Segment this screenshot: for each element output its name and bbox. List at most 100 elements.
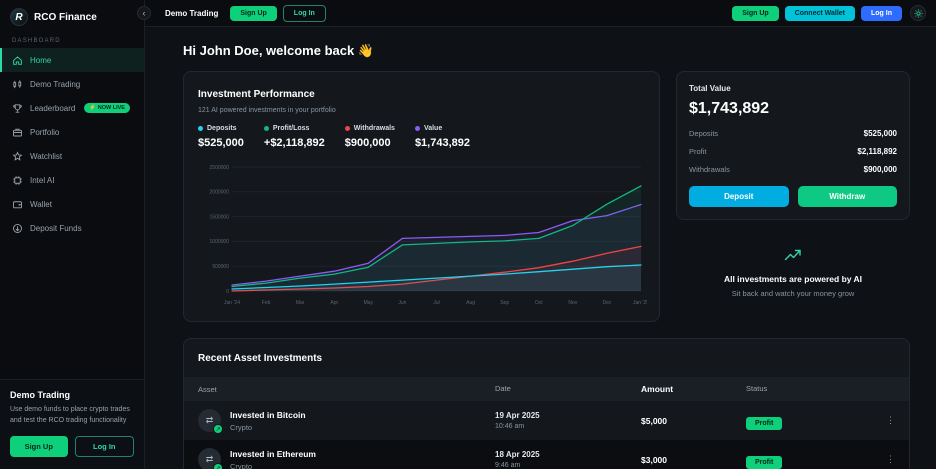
svg-text:1500000: 1500000: [210, 214, 230, 220]
sidebar-menu: Home Demo Trading Leaderboard ⚡ NOW LIVE Por…: [0, 48, 144, 240]
logo-text: RCO Finance: [34, 11, 97, 23]
svg-text:Oct: Oct: [535, 300, 543, 306]
trophy-icon: [12, 103, 23, 114]
table-row[interactable]: ⇄ ↗ Invested in Bitcoin Crypto 19 Apr 2025 10…: [184, 401, 909, 440]
performance-subtitle: 121 AI powered investments in your portf…: [198, 107, 336, 114]
now-live-badge: ⚡ NOW LIVE: [84, 103, 130, 113]
home-icon: [12, 55, 23, 66]
sidebar-item-intel-ai[interactable]: Intel AI: [0, 168, 144, 192]
legend-value: $525,000: [198, 137, 244, 149]
svg-text:Aug: Aug: [466, 300, 475, 306]
sidebar-item-label: Wallet: [30, 199, 52, 209]
svg-text:1000000: 1000000: [210, 239, 230, 245]
column-header-asset: Asset: [198, 384, 217, 394]
legend-value: $1,743,892: [414, 137, 470, 149]
sidebar-item-wallet[interactable]: Wallet: [0, 192, 144, 216]
sidebar-item-deposit-funds[interactable]: Deposit Funds: [0, 216, 144, 240]
table-row[interactable]: ⇄ ↗ Invested in Ethereum Crypto 18 Apr 2025 9…: [184, 440, 909, 469]
deposit-icon: [12, 223, 23, 234]
svg-text:Nov: Nov: [568, 300, 577, 306]
svg-text:May: May: [364, 300, 374, 306]
total-value-amount: $1,743,892: [689, 100, 770, 117]
amount-cell: $5,000: [641, 415, 667, 426]
total-value-row-deposits: Deposits $525,000: [689, 129, 897, 138]
invest-time: 9:46 am: [495, 462, 521, 469]
logo-icon: R: [10, 8, 28, 26]
asset-cell: ⇄ ↗ Invested in Bitcoin Crypto: [198, 409, 495, 434]
tv-row-label: Withdrawals: [689, 165, 730, 174]
sidebar: R RCO Finance DASHBOARD Home Demo Trading…: [0, 0, 145, 469]
top-header: ‹ Demo Trading Sign Up Log In Sign Up Co…: [137, 0, 936, 27]
row-menu-button[interactable]: ⋮: [873, 454, 895, 465]
sidebar-item-label: Leaderboard: [30, 103, 76, 113]
connect-wallet-button[interactable]: Connect Wallet: [784, 5, 855, 21]
sidebar-item-watchlist[interactable]: Watchlist: [0, 144, 144, 168]
ai-note-subtitle: Sit back and watch your money grow: [731, 289, 855, 298]
header-login-button[interactable]: Log In: [861, 5, 902, 21]
ai-note: All investments are powered by AI Sit ba…: [676, 248, 910, 298]
column-header-amount: Amount: [641, 384, 674, 394]
sidebar-collapse-button[interactable]: ‹: [137, 6, 151, 20]
deposit-button[interactable]: Deposit: [689, 186, 789, 207]
legend-item-profit-loss: Profit/Loss +$2,118,892: [263, 125, 325, 149]
tv-row-label: Deposits: [689, 129, 719, 138]
header-left-signup-button[interactable]: Sign Up: [230, 5, 277, 21]
sidebar-item-home[interactable]: Home: [0, 48, 144, 72]
tv-row-value: $900,000: [863, 165, 897, 174]
theme-toggle-button[interactable]: [910, 5, 926, 21]
investment-performance-card: Investment Performance 121 AI powered in…: [183, 71, 660, 322]
legend-item-deposits: Deposits $525,000: [198, 125, 244, 149]
date-cell: 19 Apr 2025 10:46 am: [495, 411, 641, 430]
promo-title: Demo Trading: [10, 390, 71, 401]
page-content: Hi John Doe, welcome back 👋 Investment P…: [145, 27, 936, 469]
svg-text:Feb: Feb: [262, 300, 271, 306]
status-cell: Profit: [746, 451, 873, 469]
sidebar-item-demo-trading[interactable]: Demo Trading: [0, 72, 144, 96]
promo-login-button[interactable]: Log In: [74, 436, 134, 457]
demo-trading-promo: Demo Trading Use demo funds to place cry…: [0, 379, 144, 469]
table-body: ⇄ ↗ Invested in Bitcoin Crypto 19 Apr 2025 10…: [184, 401, 909, 469]
sidebar-item-portfolio[interactable]: Portfolio: [0, 120, 144, 144]
chip-icon: [12, 175, 23, 186]
header-left-login-button[interactable]: Log In: [282, 4, 326, 22]
ai-note-title: All investments are powered by AI: [723, 274, 863, 284]
column-header-date: Date: [495, 384, 511, 393]
asset-icon: ⇄ ↗: [198, 409, 223, 434]
svg-text:Dec: Dec: [602, 300, 611, 306]
legend-dot: [263, 126, 269, 131]
svg-text:2500000: 2500000: [210, 165, 230, 171]
row-menu-button[interactable]: ⋮: [873, 415, 895, 426]
total-value-card: Total Value $1,743,892 Deposits $525,000 P…: [676, 71, 910, 220]
status-badge: Profit: [746, 455, 783, 469]
legend-item-value: Value $1,743,892: [414, 125, 470, 149]
status-badge: Profit: [746, 416, 783, 430]
sidebar-item-label: Deposit Funds: [30, 223, 82, 233]
header-signup-button[interactable]: Sign Up: [732, 5, 779, 21]
sidebar-item-leaderboard[interactable]: Leaderboard ⚡ NOW LIVE: [0, 96, 144, 120]
status-cell: Profit: [746, 412, 873, 430]
sidebar-section-label: DASHBOARD: [12, 38, 61, 44]
top-row: Investment Performance 121 AI powered in…: [183, 71, 910, 322]
sidebar-item-label: Home: [30, 55, 52, 65]
trending-up-icon: [784, 249, 801, 261]
svg-text:Jul: Jul: [433, 300, 439, 306]
logo[interactable]: R RCO Finance: [0, 0, 144, 32]
investments-title: Recent Asset Investments: [198, 353, 323, 364]
total-value-rows: Deposits $525,000 Profit $2,118,892 Withdraw…: [689, 129, 897, 174]
legend-item-withdrawals: Withdrawals $900,000: [344, 125, 395, 149]
total-value-buttons: Deposit Withdraw: [689, 186, 897, 207]
date-cell: 18 Apr 2025 9:46 am: [495, 450, 641, 469]
legend-label: Withdrawals: [353, 125, 395, 132]
svg-text:Apr: Apr: [330, 300, 338, 306]
svg-text:Jan '25: Jan '25: [633, 300, 647, 306]
total-value-row-withdrawals: Withdrawals $900,000: [689, 165, 897, 174]
table-header: Asset Date Amount Status: [184, 377, 909, 401]
app-root: R RCO Finance DASHBOARD Home Demo Trading…: [0, 0, 936, 469]
legend-value: $900,000: [344, 137, 391, 149]
wallet-icon: [12, 199, 23, 210]
promo-signup-button[interactable]: Sign Up: [10, 436, 68, 457]
buy-badge-icon: ↗: [213, 463, 223, 469]
total-value-label: Total Value: [689, 84, 731, 93]
svg-text:Jan '24: Jan '24: [224, 300, 240, 306]
withdraw-button[interactable]: Withdraw: [797, 186, 897, 207]
